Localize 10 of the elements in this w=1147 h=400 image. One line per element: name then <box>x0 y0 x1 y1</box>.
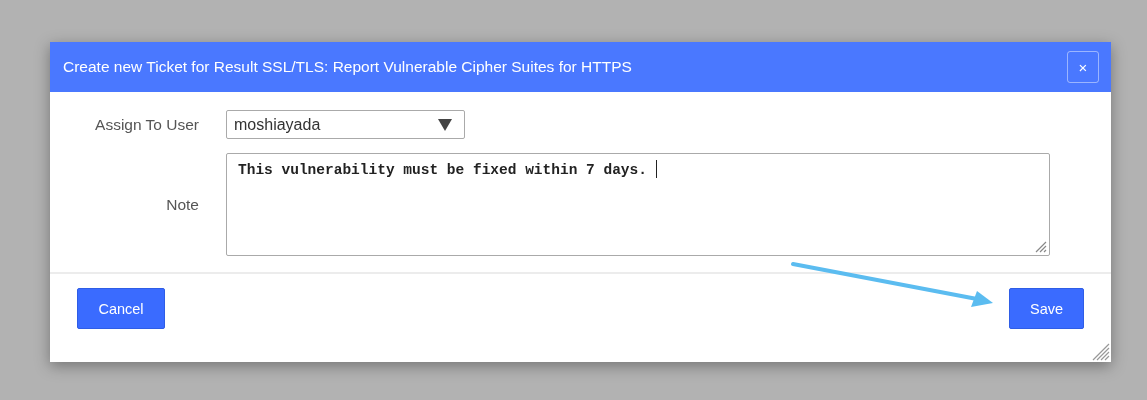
cancel-button[interactable]: Cancel <box>77 288 165 329</box>
caret-icon <box>438 118 452 131</box>
resize-grip-icon[interactable] <box>1033 239 1047 253</box>
note-field[interactable]: This vulnerability must be fixed within 7 days. <box>226 153 1050 256</box>
field-label: Note <box>165 195 200 214</box>
user-dropdown[interactable]: moshiayada <box>226 110 465 139</box>
field-label: Assign To User <box>94 115 200 134</box>
dialog-title: Create new Ticket for Result SSL/TLS: Report Vulnerable Cipher Suites for HTTPS <box>63 58 632 76</box>
save-button[interactable]: Save <box>1009 288 1084 329</box>
close-button[interactable]: × <box>1067 51 1099 83</box>
